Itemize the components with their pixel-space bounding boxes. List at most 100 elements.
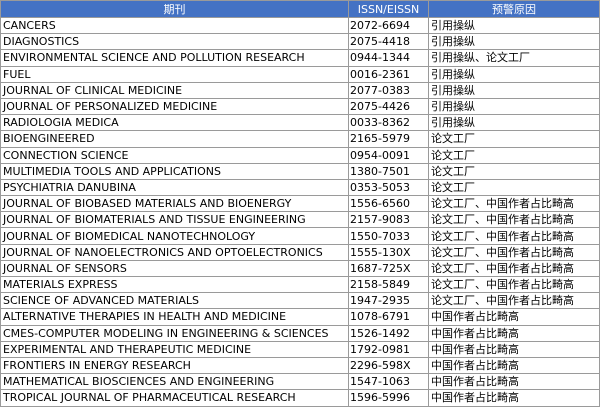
journal-cell: BIOENGINEERED	[0, 130, 349, 148]
table-row: SCIENCE OF ADVANCED MATERIALS 1947-2935 论文…	[0, 292, 600, 310]
table-row: JOURNAL OF SENSORS 1687-725X 论文工厂、中国作者占比畸高	[0, 259, 600, 278]
table-row: EXPERIMENTAL AND THERAPEUTIC MEDICINE 179…	[0, 340, 600, 358]
table-row: MATHEMATICAL BIOSCIENCES AND ENGINEERING…	[0, 373, 600, 391]
warning-reason-cell: 中国作者占比畸高	[428, 389, 600, 407]
issn-cell: 2075-4426	[348, 97, 429, 116]
issn-cell: 1947-2935	[348, 292, 429, 310]
journal-cell: CONNECTION SCIENCE	[0, 146, 349, 164]
table-row: JOURNAL OF BIOMEDICAL NANOTECHNOLOGY 1550…	[0, 227, 600, 245]
journal-cell: CANCERS	[0, 16, 349, 35]
journal-cell: FRONTIERS IN ENERGY RESEARCH	[0, 356, 349, 375]
table-row: CANCERS 2072-6694 引用操纵	[0, 16, 600, 35]
table-row: CONNECTION SCIENCE 0954-0091 论文工厂	[0, 146, 600, 164]
warning-reason-cell: 论文工厂	[428, 178, 600, 197]
issn-cell: 1550-7033	[348, 227, 429, 245]
issn-cell: 2165-5979	[348, 130, 429, 148]
issn-cell: 0033-8362	[348, 114, 429, 132]
journal-cell: JOURNAL OF SENSORS	[0, 259, 349, 278]
journal-cell: FUEL	[0, 65, 349, 83]
warning-reason-cell: 引用操纵	[428, 65, 600, 83]
journal-cell: ENVIRONMENTAL SCIENCE AND POLLUTION RESE…	[0, 49, 349, 67]
warning-reason-cell: 论文工厂、中国作者占比畸高	[428, 195, 600, 213]
warning-reason-cell: 引用操纵	[428, 33, 600, 51]
warning-reason-cell: 论文工厂、中国作者占比畸高	[428, 211, 600, 229]
warning-reason-cell: 引用操纵、论文工厂	[428, 49, 600, 67]
warning-reason-cell: 中国作者占比畸高	[428, 340, 600, 358]
table-row: JOURNAL OF BIOBASED MATERIALS AND BIOENE…	[0, 195, 600, 213]
warning-reason-cell: 论文工厂	[428, 146, 600, 164]
table-row: MULTIMEDIA TOOLS AND APPLICATIONS 1380-75…	[0, 162, 600, 180]
table-row: ENVIRONMENTAL SCIENCE AND POLLUTION RESE…	[0, 49, 600, 67]
issn-cell: 1792-0981	[348, 340, 429, 358]
issn-cell: 2296-598X	[348, 356, 429, 375]
issn-cell: 2077-0383	[348, 81, 429, 99]
journal-cell: JOURNAL OF BIOMATERIALS AND TISSUE ENGIN…	[0, 211, 349, 229]
warning-reason-cell: 引用操纵	[428, 81, 600, 99]
header-row: 期刊 ISSN/EISSN 预警原因	[0, 0, 600, 18]
journal-cell: RADIOLOGIA MEDICA	[0, 114, 349, 132]
issn-cell: 2157-9083	[348, 211, 429, 229]
issn-cell: 0016-2361	[348, 65, 429, 83]
table-header: 期刊 ISSN/EISSN 预警原因	[0, 0, 600, 18]
table-row: JOURNAL OF CLINICAL MEDICINE 2077-0383 引用操…	[0, 81, 600, 99]
warning-reason-cell: 中国作者占比畸高	[428, 324, 600, 342]
table-row: RADIOLOGIA MEDICA 0033-8362 引用操纵	[0, 114, 600, 132]
journal-cell: JOURNAL OF BIOBASED MATERIALS AND BIOENE…	[0, 195, 349, 213]
journal-cell: DIAGNOSTICS	[0, 33, 349, 51]
issn-cell: 2158-5849	[348, 275, 429, 294]
journal-cell: JOURNAL OF PERSONALIZED MEDICINE	[0, 97, 349, 116]
warning-reason-cell: 中国作者占比畸高	[428, 356, 600, 375]
issn-cell: 1556-6560	[348, 195, 429, 213]
journal-cell: ALTERNATIVE THERAPIES IN HEALTH AND MEDI…	[0, 308, 349, 326]
table-row: CMES-COMPUTER MODELING IN ENGINEERING & …	[0, 324, 600, 342]
journal-cell: JOURNAL OF NANOELECTRONICS AND OPTOELECT…	[0, 243, 349, 261]
issn-cell: 1596-5996	[348, 389, 429, 407]
warning-reason-cell: 中国作者占比畸高	[428, 373, 600, 391]
issn-cell: 1547-1063	[348, 373, 429, 391]
table-row: TROPICAL JOURNAL OF PHARMACEUTICAL RESEA…	[0, 389, 600, 407]
table-row: DIAGNOSTICS 2075-4418 引用操纵	[0, 33, 600, 51]
journal-cell: TROPICAL JOURNAL OF PHARMACEUTICAL RESEA…	[0, 389, 349, 407]
table-body: CANCERS 2072-6694 引用操纵 DIAGNOSTICS 2075-4418…	[0, 16, 600, 407]
issn-cell: 0954-0091	[348, 146, 429, 164]
issn-cell: 0944-1344	[348, 49, 429, 67]
table-row: JOURNAL OF NANOELECTRONICS AND OPTOELECT…	[0, 243, 600, 261]
table-row: MATERIALS EXPRESS 2158-5849 论文工厂、中国作者占比畸高	[0, 275, 600, 294]
warning-reason-cell: 引用操纵	[428, 16, 600, 35]
journal-cell: MULTIMEDIA TOOLS AND APPLICATIONS	[0, 162, 349, 180]
table-row: BIOENGINEERED 2165-5979 论文工厂	[0, 130, 600, 148]
journal-cell: MATERIALS EXPRESS	[0, 275, 349, 294]
table-row: FUEL 0016-2361 引用操纵	[0, 65, 600, 83]
issn-cell: 1380-7501	[348, 162, 429, 180]
journal-cell: EXPERIMENTAL AND THERAPEUTIC MEDICINE	[0, 340, 349, 358]
table-row: JOURNAL OF PERSONALIZED MEDICINE 2075-442…	[0, 97, 600, 116]
table-row: FRONTIERS IN ENERGY RESEARCH 2296-598X 中国作…	[0, 356, 600, 375]
table-row: PSYCHIATRIA DANUBINA 0353-5053 论文工厂	[0, 178, 600, 197]
issn-cell: 1687-725X	[348, 259, 429, 278]
issn-cell: 0353-5053	[348, 178, 429, 197]
warning-reason-cell: 论文工厂	[428, 130, 600, 148]
journal-cell: PSYCHIATRIA DANUBINA	[0, 178, 349, 197]
issn-cell: 1078-6791	[348, 308, 429, 326]
table-row: JOURNAL OF BIOMATERIALS AND TISSUE ENGIN…	[0, 211, 600, 229]
warning-reason-cell: 中国作者占比畸高	[428, 308, 600, 326]
warning-reason-cell: 引用操纵	[428, 97, 600, 116]
journal-cell: JOURNAL OF CLINICAL MEDICINE	[0, 81, 349, 99]
warning-reason-cell: 论文工厂、中国作者占比畸高	[428, 227, 600, 245]
issn-cell: 1526-1492	[348, 324, 429, 342]
journal-cell: CMES-COMPUTER MODELING IN ENGINEERING & …	[0, 324, 349, 342]
issn-cell: 2072-6694	[348, 16, 429, 35]
table-row: ALTERNATIVE THERAPIES IN HEALTH AND MEDI…	[0, 308, 600, 326]
journal-cell: MATHEMATICAL BIOSCIENCES AND ENGINEERING	[0, 373, 349, 391]
issn-cell: 2075-4418	[348, 33, 429, 51]
warning-reason-cell: 引用操纵	[428, 114, 600, 132]
journal-cell: SCIENCE OF ADVANCED MATERIALS	[0, 292, 349, 310]
header-warning-reason: 预警原因	[428, 0, 600, 18]
warning-reason-cell: 论文工厂、中国作者占比畸高	[428, 243, 600, 261]
journal-warning-table: 期刊 ISSN/EISSN 预警原因 CANCERS 2072-6694 引用操纵 D…	[0, 0, 600, 407]
journal-cell: JOURNAL OF BIOMEDICAL NANOTECHNOLOGY	[0, 227, 349, 245]
warning-reason-cell: 论文工厂、中国作者占比畸高	[428, 275, 600, 294]
warning-reason-cell: 论文工厂、中国作者占比畸高	[428, 259, 600, 278]
issn-cell: 1555-130X	[348, 243, 429, 261]
header-issn: ISSN/EISSN	[348, 0, 429, 18]
